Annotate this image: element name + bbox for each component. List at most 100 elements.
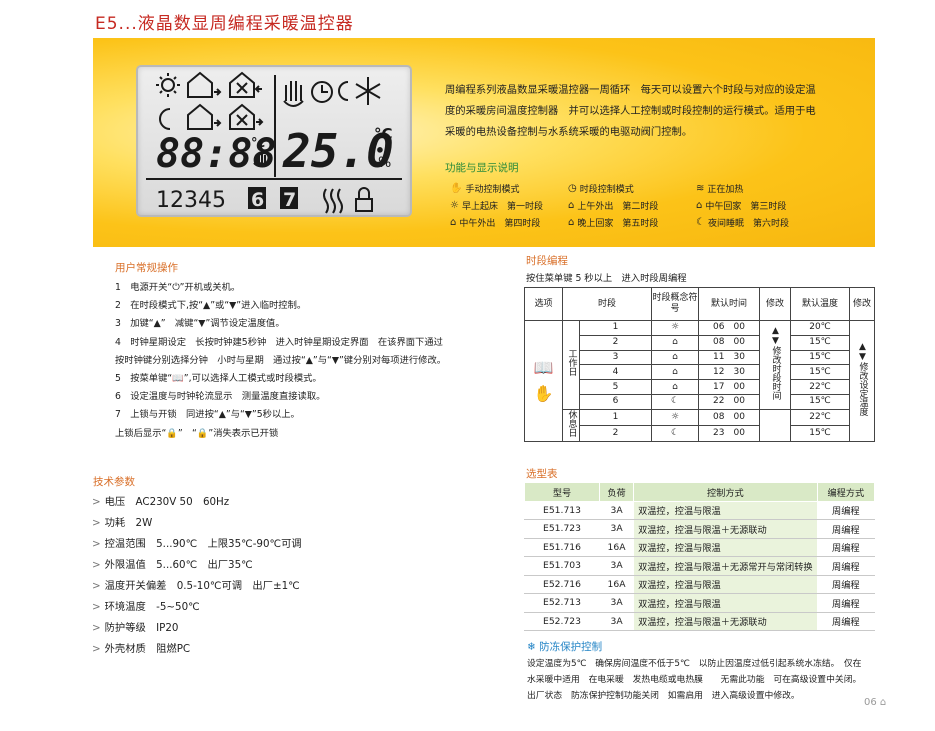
antifreeze-line: 出厂状态 防冻保护控制功能关闭 如需启用 进入高级设置中修改。: [527, 691, 800, 701]
model-row: E51.716 16A 双温控，控温与限温 周编程: [523, 537, 876, 557]
period-icon: ☼: [651, 408, 699, 426]
restday-label: 休息日: [562, 408, 580, 442]
arrow-icon: >: [92, 622, 101, 634]
arrow-icon: >: [92, 538, 101, 550]
snowflake-icon: [355, 77, 381, 105]
house-lunch-icon: [229, 71, 262, 98]
spec-item: > 外壳材质 阻燃PC: [92, 643, 191, 655]
operation-line: 6 设定温度与时钟轮流显示 测量温度直接读取。: [115, 391, 326, 403]
lcd-day7: 7: [283, 189, 296, 211]
model-row: E52.716 16A 双温控，控温与限温 周编程: [523, 574, 876, 594]
page-number: 06 ⌂: [864, 697, 887, 708]
snowflake-icon: ❄: [527, 641, 536, 653]
operation-line: 4 时钟星期设定 长按时钟建5秒钟 进入时钟星期设定界面 在该界面下通过: [115, 336, 443, 348]
period-number: 2: [579, 424, 652, 442]
workday-label: 工作日: [562, 320, 580, 410]
operation-line: 按时钟键分别选择分钟 小时与星期 通过按“▲”与“▼”键分别对每项进行修改。: [115, 354, 447, 366]
period-time: 22 00: [698, 393, 760, 410]
period-number: 1: [579, 320, 652, 336]
arrow-icon: >: [92, 496, 101, 508]
spec-item: > 外限温值 5...60℃ 出厂35℃: [92, 559, 253, 571]
arrow-icon: >: [92, 517, 101, 529]
modify-time-cell[interactable]: ▲▼修改时段时间: [759, 320, 791, 410]
moon-small-icon: [338, 81, 349, 101]
model-row: E52.713 3A 双温控，控温与限温 周编程: [523, 593, 876, 613]
model-row: E51.703 3A 双温控，控温与限温＋无源常开与常闭转换 周编程: [523, 556, 876, 576]
period-icon: ⌂: [651, 349, 699, 366]
moon-icon: [159, 108, 171, 130]
model-row: E52.723 3A 双温控，控温与限温＋无源联动 周编程: [523, 611, 876, 631]
heating-icon: ≋: [696, 183, 705, 194]
house-lunch-icon: ⌂: [696, 200, 703, 211]
heating-icon: [323, 188, 343, 214]
period-temp: 15℃: [790, 349, 850, 366]
model-col-control: 控制方式: [633, 482, 818, 502]
period-number: 5: [579, 379, 652, 395]
schedule-heading: 时段编程: [526, 255, 568, 267]
schedule-col-modify2: 修改: [849, 287, 875, 321]
period-icon: ⌂: [651, 364, 699, 381]
operation-line: 7 上锁与开锁 同进按“▲”与“▼”5秒以上。: [115, 409, 300, 421]
schedule-option-cell: 📖 ✋: [524, 320, 563, 442]
lcd-display: 88:88 °c 25.0 °C % 12345 6 7: [136, 65, 412, 217]
schedule-table: 选项 时段 时段概念符号 默认时间 修改 默认温度 修改 📖 ✋ 工作日 1 ☼ …: [524, 287, 875, 442]
model-col-type: 型号: [523, 482, 601, 502]
period-temp: 22℃: [790, 379, 850, 395]
hand-icon: ✋: [533, 383, 554, 403]
period-temp: 15℃: [790, 424, 850, 442]
specs-list: > 电压 AC230V 50 60Hz > 功耗 2W > 控温范围 5...90℃ …: [92, 492, 302, 660]
legend-item-period1: ☼ 早上起床 第一时段: [450, 200, 543, 212]
schedule-subheading: 按住菜单键 5 秒以上 进入时段周编程: [526, 273, 687, 284]
legend-item-period6: ☾ 夜间睡眠 第六时段: [696, 217, 789, 229]
legend-heading: 功能与显示说明: [445, 162, 519, 174]
house-in-icon: ⌂: [568, 217, 575, 228]
model-table: 型号 负荷 控制方式 编程方式 E51.713 3A 双温控，控温与限温 周编程 E5…: [523, 482, 876, 631]
moon-icon: ☾: [696, 217, 705, 228]
model-col-program: 编程方式: [816, 482, 876, 502]
period-icon: ☾: [651, 393, 699, 410]
arrow-icon: >: [92, 601, 101, 613]
page-title: E5...液晶数显周编程采暖温控器: [95, 14, 354, 34]
period-time: 17 00: [698, 379, 760, 395]
book-icon: 📖: [533, 357, 554, 377]
arrow-icon: >: [92, 643, 101, 655]
antifreeze-line: 水采暖中适用 在电采暖 发热电缆或电热膜 无需此功能 可在高级设置中关闭。: [527, 675, 862, 685]
hand-icon: [283, 81, 304, 107]
period-time: 23 00: [698, 424, 760, 442]
specs-heading: 技术参数: [93, 476, 135, 488]
antifreeze-line: 设定温度为5℃ 确保房间温度不低于5℃ 以防止因温度过低引起系统水冻结。 仅在: [527, 659, 862, 669]
period-temp: 20℃: [790, 320, 850, 336]
schedule-col-symbol: 时段概念符号: [651, 287, 699, 321]
period-number: 4: [579, 364, 652, 381]
spec-item: > 功耗 2W: [92, 517, 153, 529]
hand-icon: ✋: [450, 183, 463, 194]
house-logo-icon: ⌂: [879, 697, 887, 708]
clock-icon: ◷: [568, 183, 577, 194]
operation-list: 1 电源开关“⏻”开机或关机。 2 在时段模式下,按“▲”或“▼”进入临时控制。…: [115, 279, 515, 443]
spec-item: > 温度开关偏差 0.5-10℃可调 出厂±1℃: [92, 580, 300, 592]
model-row: E51.723 3A 双温控，控温与限温＋无源联动 周编程: [523, 519, 876, 539]
legend-item-period2: ⌂ 上午外出 第二时段: [568, 200, 659, 212]
schedule-col-modify1: 修改: [759, 287, 791, 321]
operation-line: 1 电源开关“⏻”开机或关机。: [115, 282, 241, 293]
spec-item: > 控温范围 5...90℃ 上限35℃-90℃可调: [92, 538, 302, 550]
period-icon: ⌂: [651, 334, 699, 351]
period-temp: 15℃: [790, 364, 850, 381]
legend-item-period4: ⌂ 中午外出 第四时段: [450, 217, 541, 229]
legend-item-period5: ⌂ 晚上回家 第五时段: [568, 217, 659, 229]
lock-icon: [355, 187, 373, 212]
period-temp: 22℃: [790, 408, 850, 426]
modify-time-blank: [759, 408, 791, 442]
modify-temp-cell[interactable]: ▲▼修改设定温度: [849, 320, 875, 442]
period-time: 08 00: [698, 334, 760, 351]
lcd-time-unit: °c: [251, 136, 265, 151]
period-number: 6: [579, 393, 652, 410]
lcd-days-1to5: 12345: [156, 188, 226, 213]
legend-item-manual: ✋ 手动控制模式: [450, 183, 520, 195]
period-number: 3: [579, 349, 652, 366]
sun-icon: ☼: [450, 200, 459, 211]
house-lunch-out-icon: ⌂: [450, 217, 457, 228]
lcd-percent: %: [378, 155, 391, 171]
operation-line: 上锁后显示“🔒” “🔒”消失表示已开锁: [115, 427, 279, 439]
schedule-col-time: 默认时间: [698, 287, 760, 321]
